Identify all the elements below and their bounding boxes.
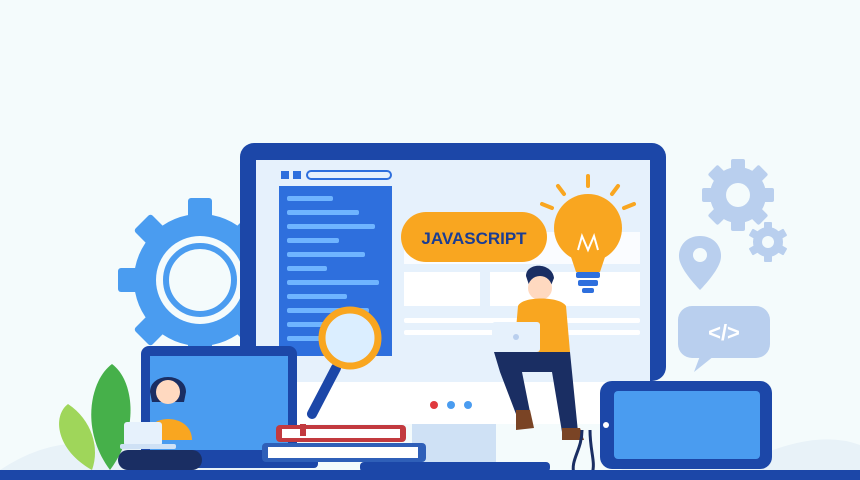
javascript-badge-text: JAVASCRIPT (421, 229, 527, 248)
code-bubble-icon: </> (678, 306, 770, 372)
code-tag-text: </> (708, 320, 740, 345)
illustration-scene: </> JAVASCRIPT (0, 0, 860, 480)
books-stack (262, 424, 426, 462)
gear-icon-tiny (749, 222, 787, 262)
javascript-badge: JAVASCRIPT (401, 212, 547, 262)
tablet (600, 381, 772, 469)
location-pin-icon (678, 236, 722, 290)
gear-icon-small (702, 159, 774, 231)
javascript-illustration: </> JAVASCRIPT (0, 143, 860, 480)
floor-bar (0, 470, 860, 480)
